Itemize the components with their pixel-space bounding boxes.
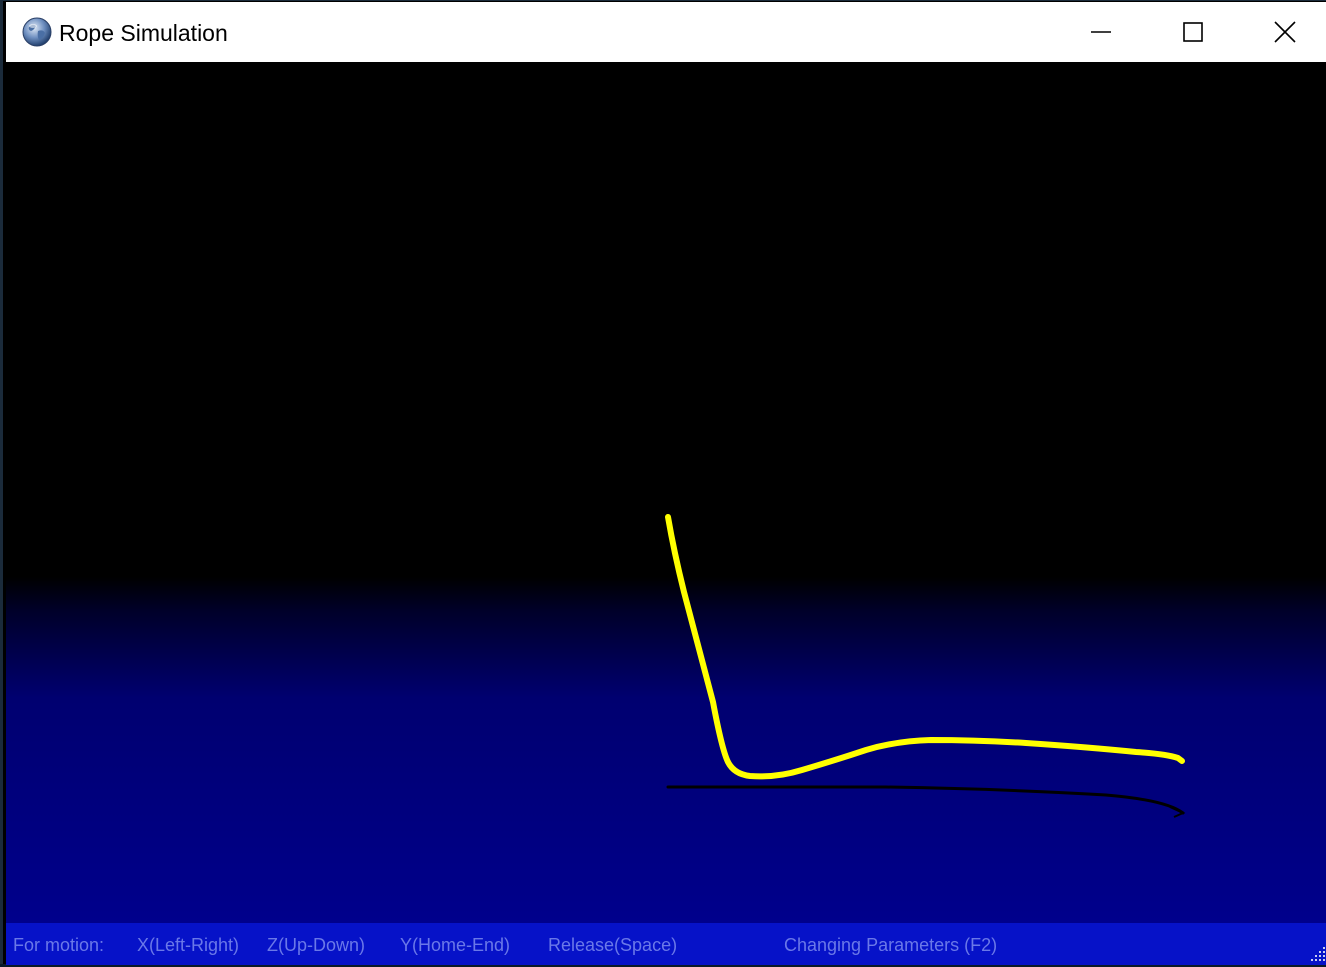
maximize-icon <box>1183 22 1203 42</box>
minimize-icon <box>1091 31 1111 33</box>
minimize-button[interactable] <box>1055 2 1147 62</box>
maximize-button[interactable] <box>1147 2 1239 62</box>
simulation-viewport[interactable] <box>6 62 1326 923</box>
status-hint-parameters: Changing Parameters (F2) <box>784 935 998 955</box>
status-bar: For motion: X(Left-Right) Z(Up-Down) Y(H… <box>6 923 1326 965</box>
status-hint-y-axis: Y(Home-End) <box>400 935 511 955</box>
globe-icon <box>22 17 52 47</box>
status-hint-release: Release(Space) <box>548 935 678 955</box>
scene-canvas <box>6 62 1326 923</box>
title-bar[interactable]: Rope Simulation <box>6 2 1326 62</box>
status-hint-z-axis: Z(Up-Down) <box>267 935 366 955</box>
close-button[interactable] <box>1239 2 1326 62</box>
app-window: Rope Simulation For motion: X(Left-Right… <box>0 0 1326 965</box>
resize-grip-icon[interactable] <box>1309 945 1326 963</box>
status-hint-x-axis: X(Left-Right) <box>137 935 240 955</box>
window-title: Rope Simulation <box>59 20 228 46</box>
close-icon <box>1274 21 1296 43</box>
status-label-motion: For motion: <box>13 935 105 955</box>
